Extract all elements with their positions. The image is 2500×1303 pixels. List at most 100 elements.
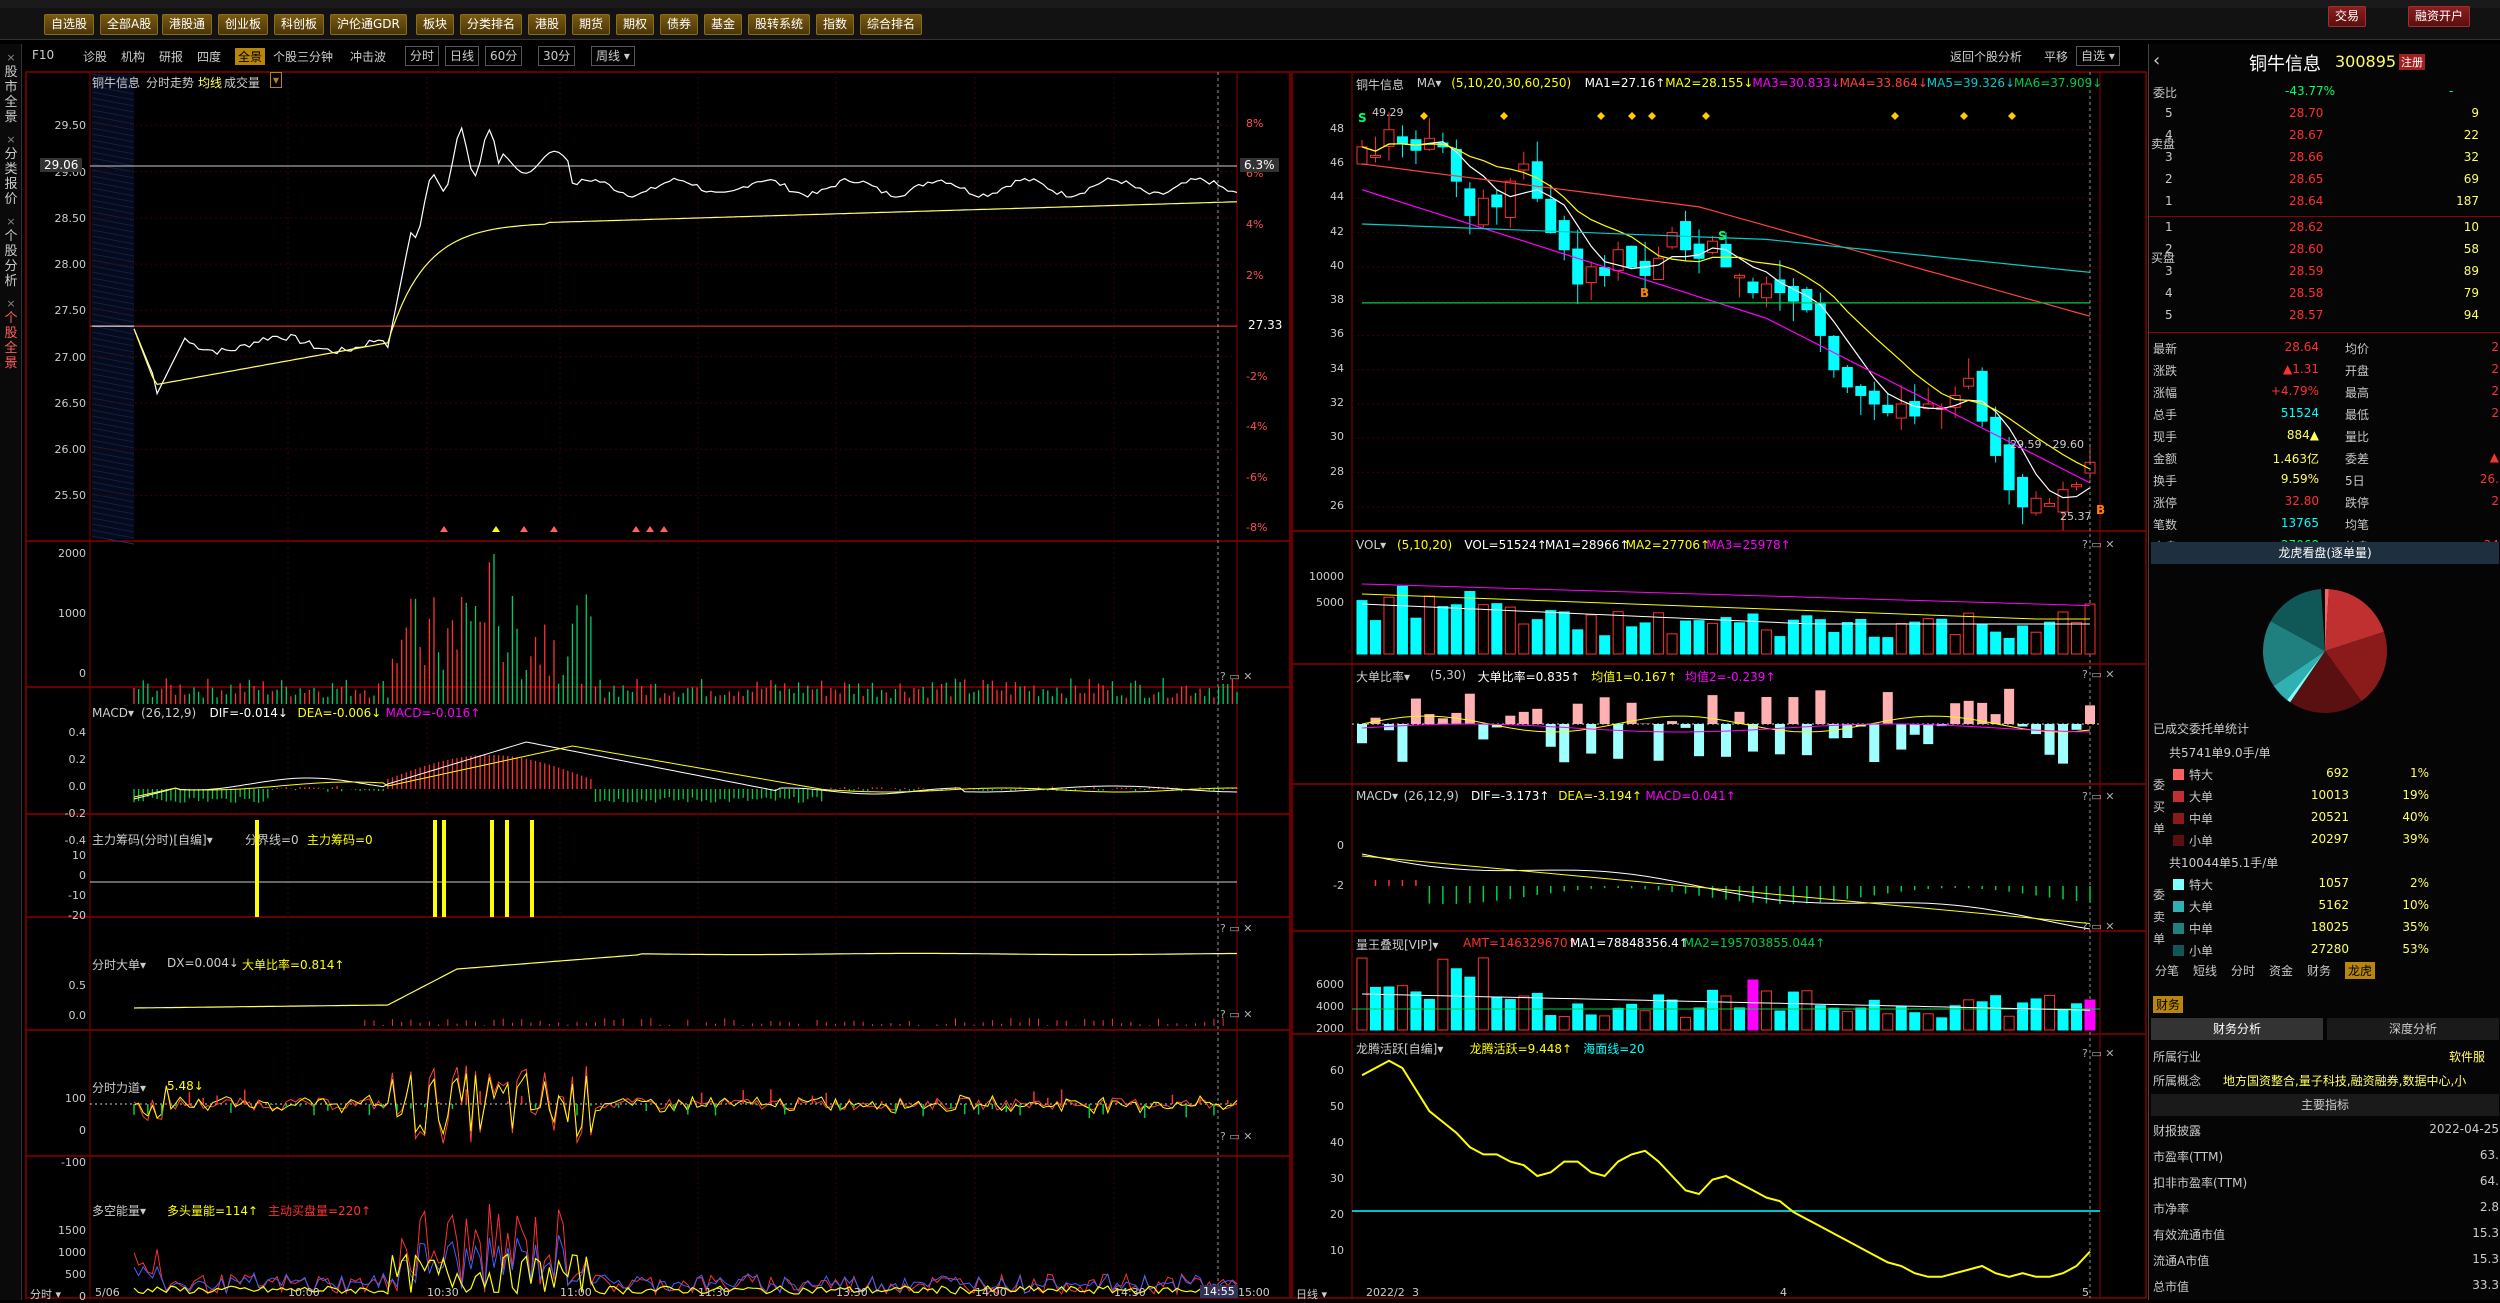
- stat-label-7: 涨停: [2153, 494, 2177, 511]
- kvol-title-0: VOL▾: [1356, 538, 1386, 552]
- orderbook-divider: [2149, 216, 2500, 217]
- toolbar-btn-1[interactable]: 全部A股: [100, 14, 158, 35]
- quote-tab-3[interactable]: 资金: [2269, 962, 2293, 979]
- panel-controls-icon[interactable]: ? ▭ ✕: [1220, 1008, 1252, 1021]
- pan-button[interactable]: 平移: [2044, 48, 2068, 65]
- pct-tick-3: 2%: [1246, 269, 1263, 282]
- buy-pct-1: 19%: [2389, 788, 2429, 802]
- toolbar-btn-0[interactable]: 自选股: [44, 14, 94, 35]
- panel-controls-icon[interactable]: ? ▭ ✕: [1220, 1130, 1252, 1143]
- quote-tab-2[interactable]: 分时: [2231, 962, 2255, 979]
- bid-price-3[interactable]: 28.58: [2289, 286, 2323, 300]
- time-tick-3: 11:00: [560, 1286, 592, 1299]
- fin-tab[interactable]: 财务: [2153, 996, 2183, 1013]
- kvol-bar: [1815, 620, 1825, 654]
- kline-header-7: MA5=39.326↓: [1927, 76, 2015, 90]
- toolbar-btn-11[interactable]: 债券: [660, 14, 698, 35]
- fin-analysis-tab[interactable]: 财务分析: [2151, 1018, 2323, 1040]
- ibig-title-0[interactable]: 分时大单▾: [92, 956, 146, 973]
- bid-price-0[interactable]: 28.62: [2289, 220, 2323, 234]
- imain-title-0[interactable]: 主力筹码(分时)[自编]▾: [92, 831, 213, 848]
- ils-tick-0: 1500: [36, 1224, 86, 1237]
- ask-price-0[interactable]: 28.70: [2289, 106, 2323, 120]
- kvol-bar: [1950, 635, 1960, 654]
- kbig-bar: [1438, 718, 1448, 724]
- bid-price-4[interactable]: 28.57: [2289, 308, 2323, 322]
- panel-controls-icon[interactable]: ? ▭ ✕: [1220, 922, 1252, 935]
- bid-price-1[interactable]: 28.60: [2289, 242, 2323, 256]
- margin-account-button[interactable]: 融资开户: [2408, 6, 2470, 27]
- king-title-1[interactable]: AMT=146329670↑: [1463, 936, 1578, 950]
- toolbar-btn-4[interactable]: 科创板: [274, 14, 324, 35]
- ask-price-4[interactable]: 28.64: [2289, 194, 2323, 208]
- kvol-title-2: VOL=51524↑: [1464, 538, 1546, 552]
- panel-controls-icon[interactable]: ? ▭ ✕: [2082, 1047, 2114, 1060]
- back-to-stock-analysis[interactable]: 返回个股分析: [1950, 48, 2022, 65]
- candle-body: [1761, 284, 1771, 298]
- kbig-bar: [1708, 695, 1718, 724]
- kvol-title-1[interactable]: (5,10,20): [1397, 538, 1452, 552]
- panel-controls-icon[interactable]: ? ▭ ✕: [2082, 668, 2114, 681]
- ask-level-3: 2: [2165, 172, 2173, 186]
- panel-controls-icon[interactable]: ? ▭ ✕: [2082, 920, 2114, 933]
- deep-analysis-tab[interactable]: 深度分析: [2327, 1018, 2499, 1040]
- vol-tick-1: 1000: [36, 607, 86, 620]
- kmacd-tick-0: 0: [1300, 839, 1344, 852]
- trade-button[interactable]: 交易: [2328, 6, 2366, 27]
- kbig-bar: [1815, 690, 1825, 724]
- toolbar-btn-13[interactable]: 股转系统: [748, 14, 810, 35]
- stat-value-6: 9.59%: [2209, 472, 2319, 486]
- ask-vol-1: 22: [2419, 128, 2479, 142]
- sell-color-0: [2173, 879, 2184, 890]
- kbig-bar: [2031, 724, 2041, 734]
- kmacd-title-1[interactable]: (26,12,9): [1404, 789, 1459, 803]
- iforce-title-0[interactable]: 分时力道▾: [92, 1079, 146, 1096]
- kline-header-1[interactable]: MA▾: [1417, 76, 1442, 90]
- current-pct-tag: 6.3%: [1240, 158, 1279, 172]
- panel-controls-icon[interactable]: ? ▭ ✕: [2082, 538, 2114, 551]
- toolbar-btn-6[interactable]: 板块: [416, 14, 454, 35]
- quote-tab-0[interactable]: 分笔: [2155, 962, 2179, 979]
- toolbar-btn-9[interactable]: 期货: [572, 14, 610, 35]
- toolbar-btn-5[interactable]: 沪伦通GDR: [330, 14, 407, 35]
- toolbar-btn-8[interactable]: 港股: [528, 14, 566, 35]
- king-bar: [2031, 999, 2041, 1030]
- kvol-bar: [1505, 607, 1515, 654]
- quote-tab-4[interactable]: 财务: [2307, 962, 2331, 979]
- toolbar-btn-3[interactable]: 创业板: [218, 14, 268, 35]
- candle-body: [1694, 244, 1704, 258]
- imacd-title-0[interactable]: MACD▾: [92, 706, 134, 720]
- bid-vol-3: 79: [2419, 286, 2479, 300]
- toolbar-btn-12[interactable]: 基金: [704, 14, 742, 35]
- panel-controls-icon[interactable]: ? ▭ ✕: [2082, 790, 2114, 803]
- toolbar-btn-15[interactable]: 综合排名: [860, 14, 922, 35]
- quote-tab-1[interactable]: 短线: [2193, 962, 2217, 979]
- stat-label-1: 涨跌: [2153, 362, 2177, 379]
- bid-price-2[interactable]: 28.59: [2289, 264, 2323, 278]
- toolbar-btn-7[interactable]: 分类排名: [460, 14, 522, 35]
- concept-label: 所属概念: [2153, 1072, 2201, 1089]
- toolbar-btn-10[interactable]: 期权: [616, 14, 654, 35]
- candle-body: [1478, 198, 1488, 225]
- toolbar-btn-2[interactable]: 港股通: [162, 14, 212, 35]
- king-bar: [1734, 1008, 1744, 1030]
- kvol-bar: [1559, 612, 1569, 654]
- ask-price-1[interactable]: 28.67: [2289, 128, 2323, 142]
- ask-price-3[interactable]: 28.65: [2289, 172, 2323, 186]
- panel-controls-icon[interactable]: ? ▭ ✕: [1220, 670, 1252, 683]
- watchlist-select[interactable]: 自选 ▾: [2076, 46, 2120, 66]
- ask-price-2[interactable]: 28.66: [2289, 150, 2323, 164]
- king-tick-0: 6000: [1300, 978, 1344, 991]
- back-arrow-icon[interactable]: ‹: [2153, 50, 2160, 71]
- kbig-title-1[interactable]: (5,30): [1430, 668, 1466, 682]
- intraday-dropdown[interactable]: ▾: [270, 72, 282, 88]
- toolbar-btn-14[interactable]: 指数: [816, 14, 854, 35]
- dragon-title-1[interactable]: 龙腾活跃=9.448↑: [1470, 1040, 1572, 1057]
- vol-tick-0: 2000: [36, 547, 86, 560]
- kbig-bar: [1923, 724, 1933, 744]
- candle-body: [1573, 249, 1583, 284]
- ils-title-0[interactable]: 多空能量▾: [92, 1202, 146, 1219]
- quote-tab-5[interactable]: 龙虎: [2345, 962, 2375, 979]
- kprice-tick-10: 28: [1300, 465, 1344, 478]
- stat-value2-2: 2: [2449, 384, 2499, 398]
